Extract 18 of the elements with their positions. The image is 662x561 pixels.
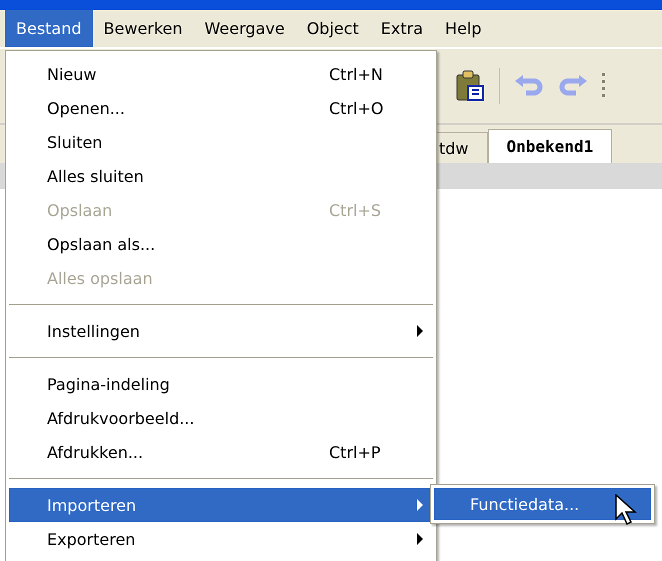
menu-item[interactable]: Exporteren [9,522,433,556]
clipboard-icon[interactable] [455,70,485,102]
menu-bar-item[interactable]: Help [434,10,493,47]
menu-item[interactable]: Functiedata... [434,488,651,520]
menu-item[interactable]: Openen... Ctrl+O [9,91,433,125]
document-tab[interactable]: Onbekend1 [488,129,612,163]
menu-bar-item[interactable]: Weergave [194,10,296,47]
menu-item[interactable]: Instellingen [9,314,433,348]
menu-bar-item[interactable]: Bestand [5,10,93,47]
menu-item[interactable]: Afdrukken... Ctrl+P [9,435,433,469]
menu-bar-item[interactable]: Extra [370,10,434,47]
menu-item[interactable]: Opslaan als... [9,227,433,261]
menu-item[interactable]: Nieuw Ctrl+N [9,57,433,91]
menu-bar-item[interactable]: Bewerken [92,10,194,47]
menu-item[interactable]: Importeren [9,488,433,522]
menu-bar-item[interactable]: Object [296,10,370,47]
menu-item[interactable]: Afdrukvoorbeeld... [9,401,433,435]
menu-item[interactable]: Pagina-indeling [9,367,433,401]
